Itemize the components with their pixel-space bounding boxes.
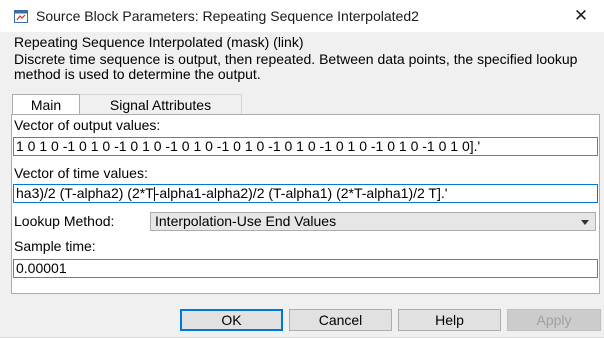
close-button[interactable]: ✕ xyxy=(568,5,594,27)
output-values-text: 1 0 1 0 -1 0 1 0 -1 0 1 0 -1 0 1 0 -1 0 … xyxy=(16,138,481,154)
help-button[interactable]: Help xyxy=(398,309,501,331)
time-values-field[interactable]: ha3)/2 (T-alpha2) (2*T-alpha1-alpha2)/2 … xyxy=(13,184,598,203)
simulink-block-icon xyxy=(14,10,28,23)
time-values-text-before: ha3)/2 (T-alpha2) (2*T xyxy=(16,185,154,201)
lookup-method-value: Interpolation-Use End Values xyxy=(155,213,337,229)
lookup-method-label: Lookup Method: xyxy=(14,213,115,229)
tab-signal-attributes[interactable]: Signal Attributes xyxy=(80,94,242,114)
mask-description: Discrete time sequence is output, then r… xyxy=(14,51,578,82)
cancel-button[interactable]: Cancel xyxy=(289,309,392,331)
title-bar[interactable]: Source Block Parameters: Repeating Seque… xyxy=(0,0,604,32)
window-title: Source Block Parameters: Repeating Seque… xyxy=(36,8,419,24)
output-values-field[interactable]: 1 0 1 0 -1 0 1 0 -1 0 1 0 -1 0 1 0 -1 0 … xyxy=(13,137,598,156)
sample-time-label: Sample time: xyxy=(14,238,96,254)
mask-heading: Repeating Sequence Interpolated (mask) (… xyxy=(14,34,304,50)
tab-main[interactable]: Main xyxy=(12,94,80,115)
time-values-text-after: -alpha1-alpha2)/2 (T-alpha1) (2*T-alpha1… xyxy=(154,185,448,201)
ok-button[interactable]: OK xyxy=(180,309,283,331)
sample-time-field[interactable]: 0.00001 xyxy=(13,259,598,278)
lookup-method-dropdown[interactable]: Interpolation-Use End Values xyxy=(150,212,596,231)
dialog-window: Source Block Parameters: Repeating Seque… xyxy=(0,0,604,338)
time-values-label: Vector of time values: xyxy=(14,165,148,181)
chevron-down-icon xyxy=(581,220,589,225)
sample-time-text: 0.00001 xyxy=(16,260,67,276)
output-values-label: Vector of output values: xyxy=(14,117,161,133)
apply-button[interactable]: Apply xyxy=(507,309,601,331)
